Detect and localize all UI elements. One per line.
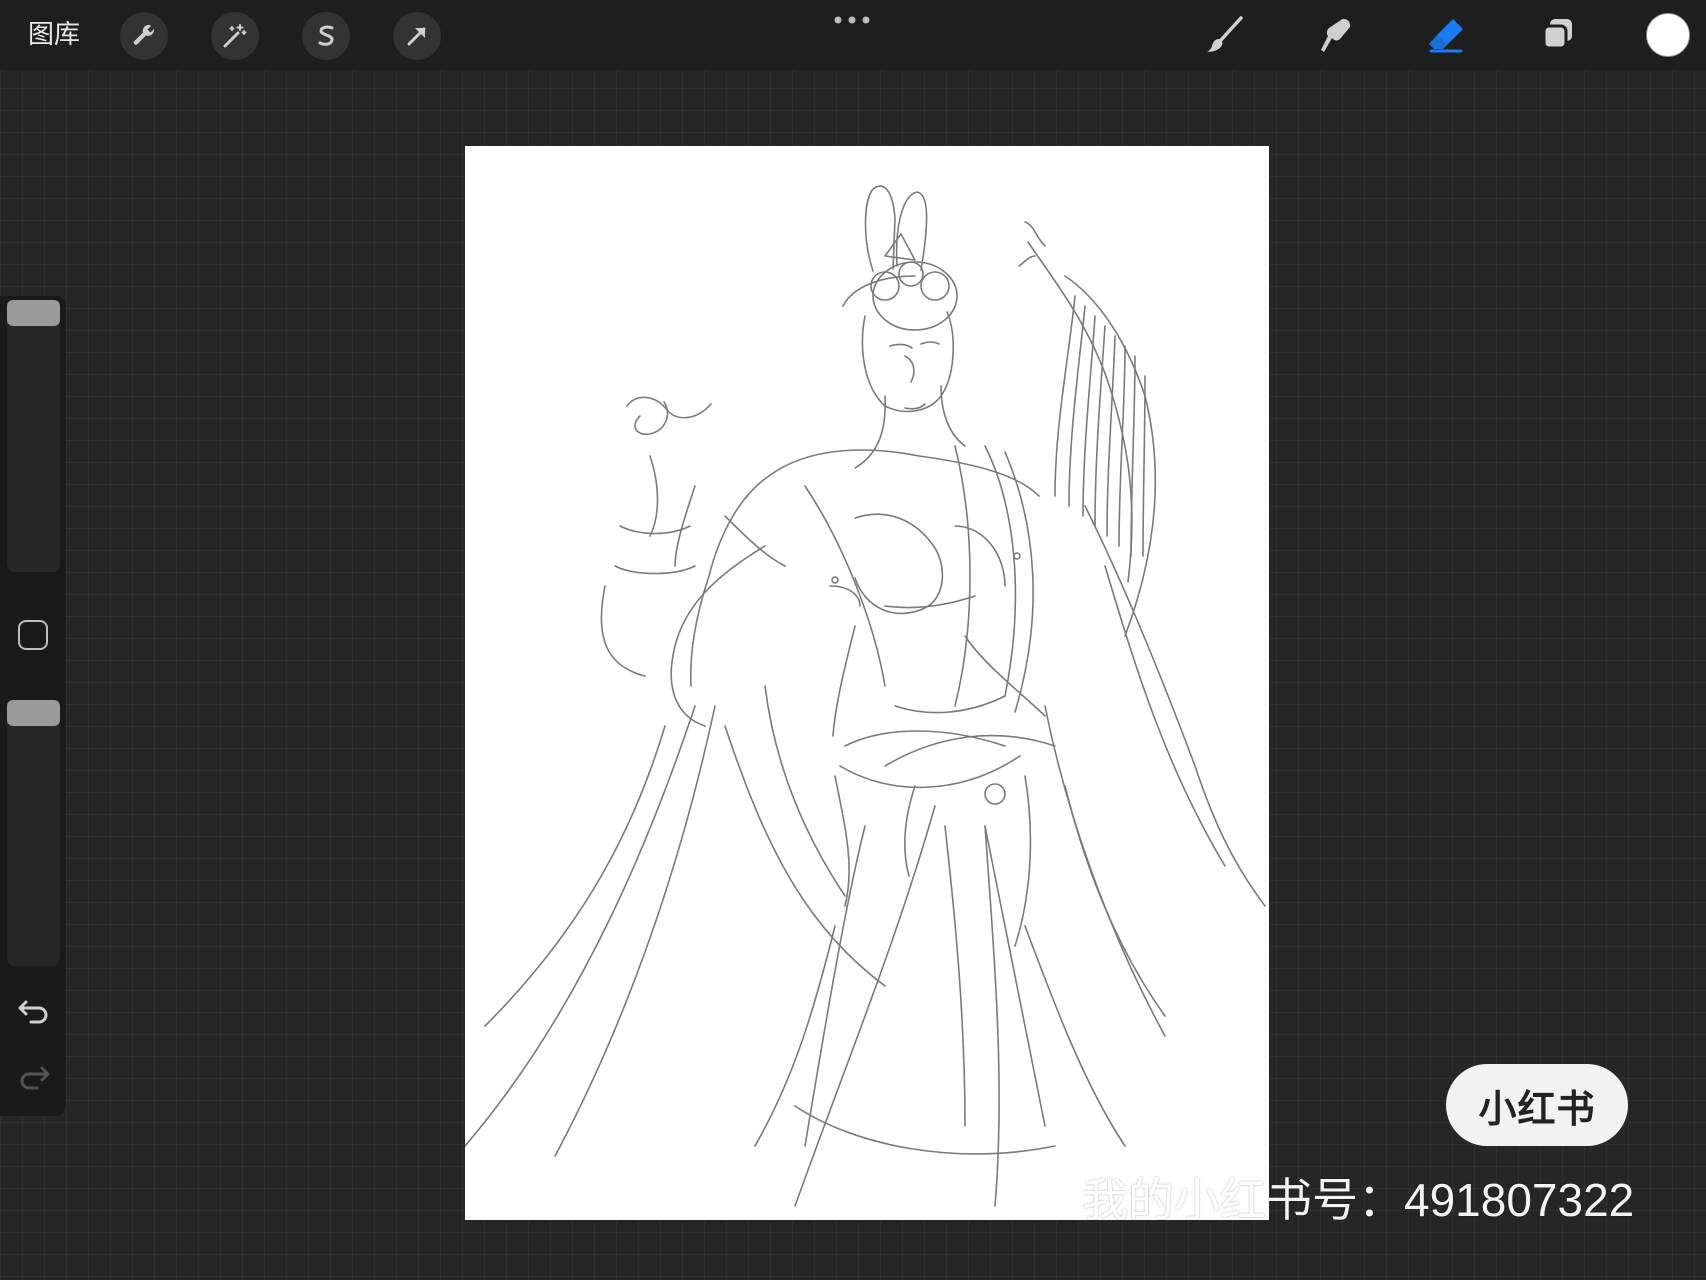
drawing-canvas[interactable]: [465, 146, 1269, 1220]
redo-icon[interactable]: [14, 1056, 54, 1096]
modify-square-icon[interactable]: [18, 620, 48, 650]
layers-icon[interactable]: [1533, 10, 1583, 60]
magic-wand-icon[interactable]: [211, 12, 259, 60]
xiaohongshu-badge: 小红书: [1446, 1064, 1628, 1146]
color-picker-button[interactable]: [1646, 13, 1690, 57]
opacity-slider[interactable]: [7, 700, 60, 966]
top-toolbar: 图库: [0, 0, 1706, 70]
brush-icon[interactable]: [1200, 10, 1250, 60]
eraser-icon[interactable]: [1422, 10, 1472, 60]
undo-icon[interactable]: [14, 990, 54, 1030]
selection-s-icon[interactable]: [302, 12, 350, 60]
watermark-text: 我的小红书号：491807322: [1082, 1174, 1635, 1226]
left-sidebar: [0, 296, 66, 1116]
arrow-transform-icon[interactable]: [393, 12, 441, 60]
wrench-icon[interactable]: [120, 12, 168, 60]
smudge-icon[interactable]: [1311, 10, 1361, 60]
brush-size-slider[interactable]: [7, 300, 60, 572]
more-dots-icon[interactable]: [832, 14, 872, 26]
opacity-thumb[interactable]: [7, 700, 60, 726]
sketch-artwork: [465, 185, 1266, 1207]
gallery-button[interactable]: 图库: [28, 18, 80, 52]
brush-size-thumb[interactable]: [7, 300, 60, 326]
